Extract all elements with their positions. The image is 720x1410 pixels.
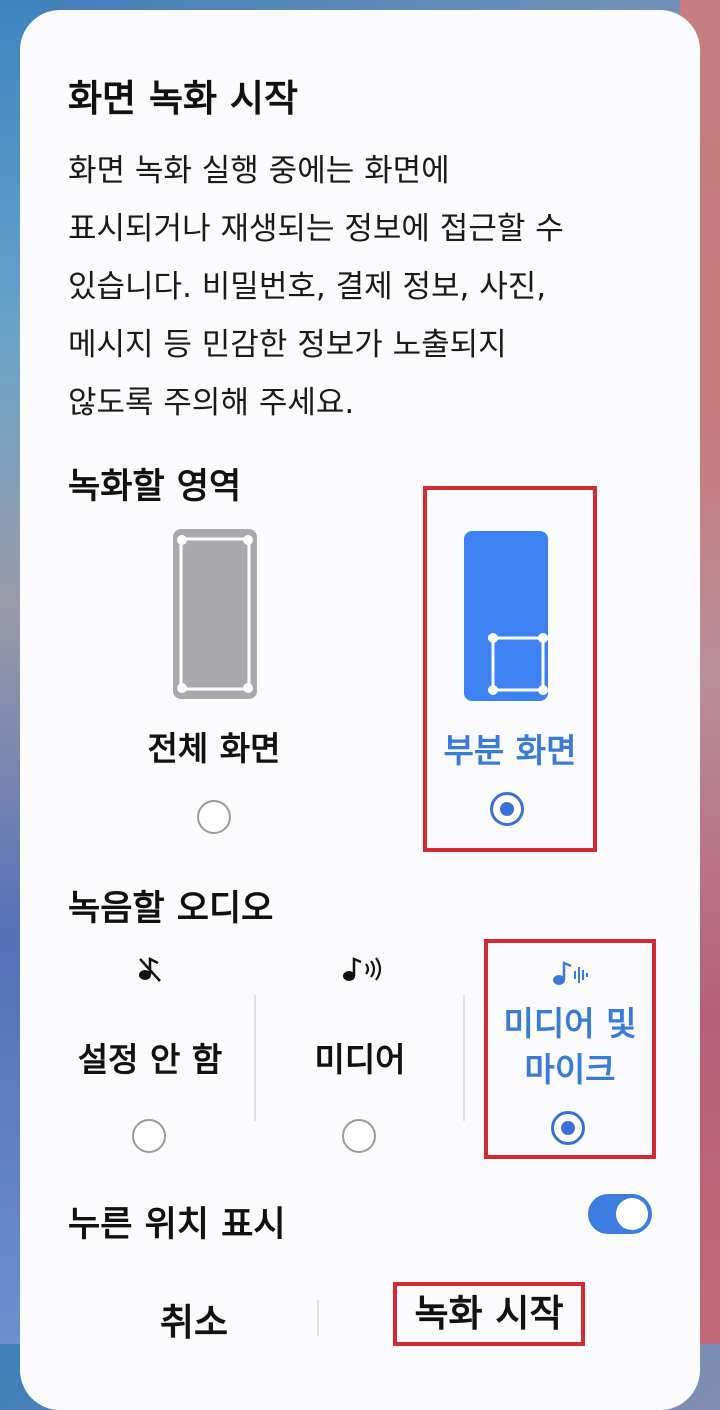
option-audio-none[interactable]: 설정 안 함 [60, 955, 240, 1155]
dialog-title: 화면 녹화 시작 [68, 77, 299, 120]
start-recording-button[interactable]: 녹화 시작 [393, 1282, 585, 1346]
audio-media-radio[interactable] [342, 1119, 376, 1153]
record-area-heading: 녹화할 영역 [68, 467, 242, 507]
audio-media-mic-label-line2: 마이크 [524, 1050, 616, 1089]
audio-media-mic-label-line1: 미디어 및 [503, 1004, 637, 1043]
audio-divider [254, 995, 256, 1121]
audio-media-mic-radio[interactable] [551, 1111, 585, 1145]
option-partial-screen[interactable]: 부분 화면 [423, 486, 597, 852]
audio-none-radio[interactable] [132, 1119, 166, 1153]
audio-media-label: 미디어 [314, 1040, 406, 1079]
option-audio-media[interactable]: 미디어 [270, 955, 450, 1155]
full-screen-label: 전체 화면 [147, 729, 281, 768]
full-screen-radio[interactable] [197, 800, 231, 834]
show-touches-label: 누른 위치 표시 [68, 1205, 286, 1245]
audio-heading: 녹음할 오디오 [68, 889, 274, 929]
full-screen-icon [172, 528, 258, 704]
screen-record-dialog: 화면 녹화 시작 화면 녹화 실행 중에는 화면에 표시되거나 재생되는 정보에… [20, 10, 700, 1410]
audio-media-mic-label: 미디어 및 마이크 [488, 1001, 652, 1093]
dialog-description: 화면 녹화 실행 중에는 화면에 표시되거나 재생되는 정보에 접근할 수 있습… [68, 142, 668, 432]
partial-screen-icon [463, 530, 549, 706]
sound-off-icon [136, 955, 164, 983]
description-line: 메시지 등 민감한 정보가 노출되지 [68, 327, 507, 363]
option-full-screen[interactable]: 전체 화면 [114, 510, 314, 850]
description-line: 표시되거나 재생되는 정보에 접근할 수 [68, 211, 564, 247]
audio-none-label: 설정 안 함 [77, 1040, 223, 1079]
option-audio-media-mic[interactable]: 미디어 및 마이크 [484, 939, 656, 1159]
description-line: 않도록 주의해 주세요. [68, 385, 355, 421]
audio-divider [463, 995, 465, 1121]
media-mic-icon [552, 959, 592, 987]
description-line: 있습니다. 비밀번호, 결제 정보, 사진, [68, 269, 547, 305]
media-sound-icon [342, 955, 382, 983]
description-line: 화면 녹화 실행 중에는 화면에 [68, 153, 450, 189]
partial-screen-radio[interactable] [490, 792, 524, 826]
show-touches-toggle[interactable] [588, 1194, 652, 1234]
button-divider [317, 1300, 319, 1336]
cancel-button[interactable]: 취소 [114, 1292, 274, 1346]
partial-screen-label: 부분 화면 [443, 731, 577, 770]
